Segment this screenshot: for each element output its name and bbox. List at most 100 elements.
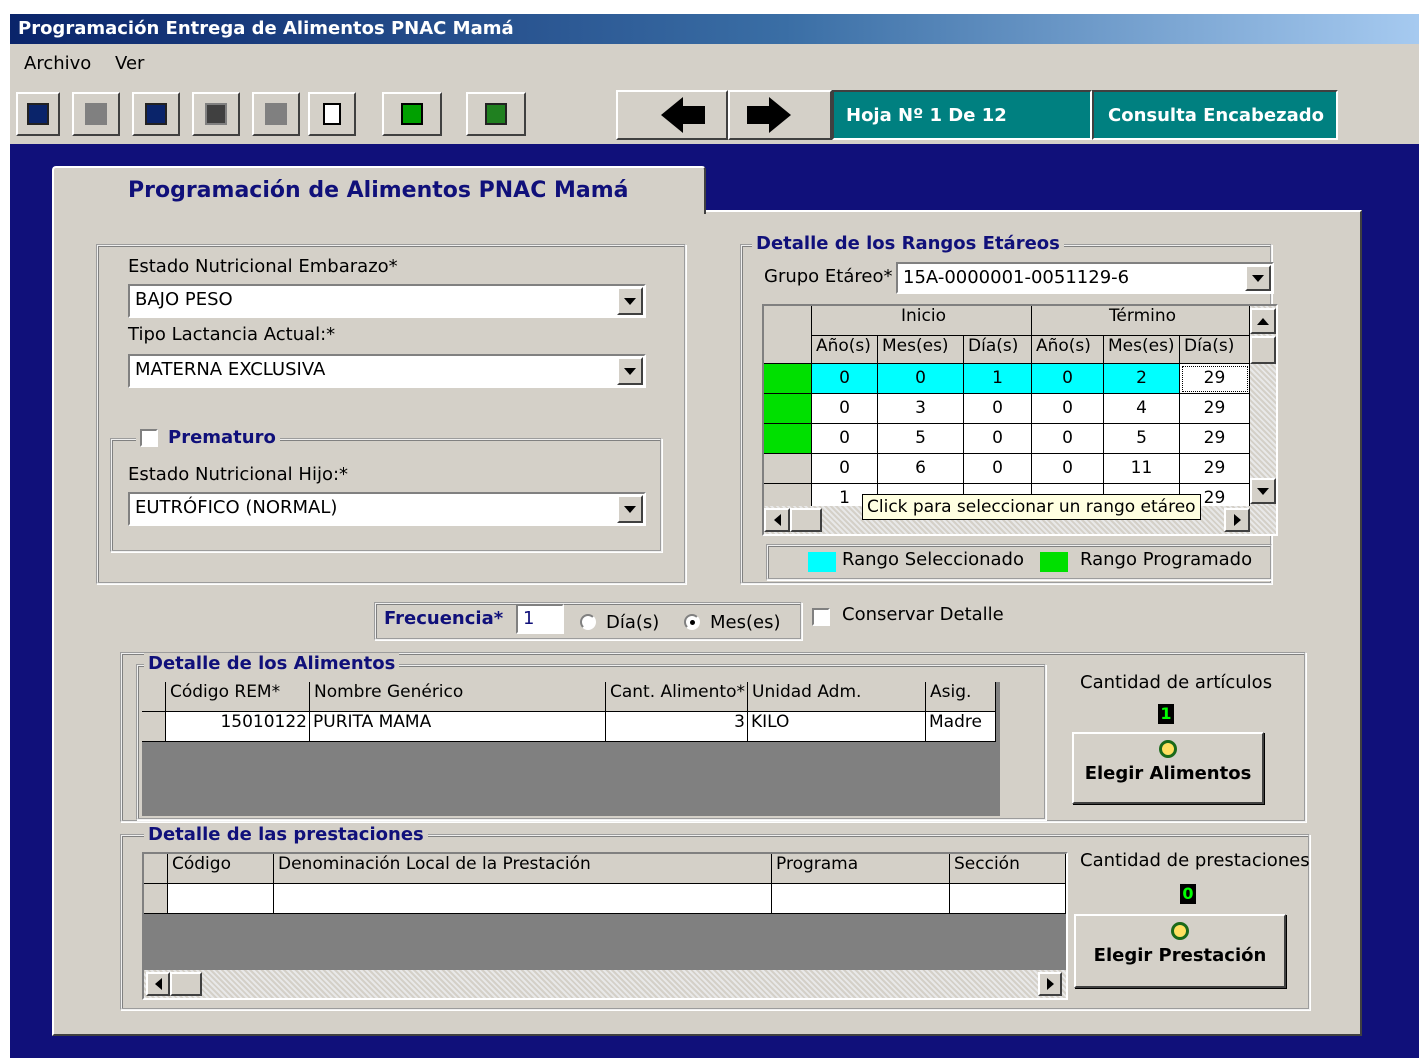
hscroll-thumb[interactable] (790, 508, 822, 532)
estado-embarazo-select[interactable]: BAJO PESO (128, 284, 646, 318)
col-header: Sección (950, 854, 1066, 884)
scroll-right-button[interactable] (1224, 508, 1250, 532)
rango-cell[interactable]: 0 (1032, 454, 1104, 484)
rango-cell[interactable]: 0 (812, 364, 878, 394)
rango-cell[interactable]: 29 (1180, 394, 1250, 424)
estado-embarazo-value: BAJO PESO (135, 289, 233, 310)
rango-cell[interactable]: 0 (964, 424, 1032, 454)
rango-tooltip: Click para seleccionar un rango etáreo (862, 494, 1201, 520)
lactancia-select[interactable]: MATERNA EXCLUSIVA (128, 354, 646, 388)
rango-cell[interactable]: 0 (964, 454, 1032, 484)
rango-cell[interactable]: 1 (964, 364, 1032, 394)
rango-cell[interactable]: 2 (1104, 364, 1180, 394)
radio-meses-label: Mes(es) (710, 612, 781, 633)
rango-cell[interactable]: 0 (1032, 424, 1104, 454)
consulta-encabezado[interactable]: Consulta Encabezado (1092, 90, 1338, 140)
cell-codigo[interactable] (168, 884, 274, 914)
dropdown-button[interactable] (1245, 265, 1271, 291)
rango-cell[interactable]: 5 (1104, 424, 1180, 454)
grid-corner (764, 306, 812, 364)
row-selector[interactable] (764, 424, 812, 454)
print-button[interactable] (192, 92, 240, 136)
scroll-thumb[interactable] (1250, 336, 1276, 364)
cell-unidad[interactable]: KILO (748, 712, 926, 742)
col-header: Cant. Alimento* (606, 682, 748, 712)
scroll-left-button[interactable] (764, 508, 790, 532)
menu-archivo[interactable]: Archivo (24, 53, 91, 74)
edit-button[interactable] (72, 92, 120, 136)
dropdown-button[interactable] (617, 495, 643, 523)
rango-cell[interactable]: 0 (812, 454, 878, 484)
rango-cell[interactable]: 29 (1180, 424, 1250, 454)
cell-seccion[interactable] (950, 884, 1066, 914)
exit-button[interactable] (466, 92, 526, 136)
arrow-left-icon (661, 97, 705, 133)
menu-ver[interactable]: Ver (115, 53, 144, 74)
col-header: Mes(es) (878, 336, 964, 364)
previous-page-button[interactable] (616, 90, 728, 140)
tab-title[interactable]: Programación de Alimentos PNAC Mamá (52, 166, 706, 214)
delete-button[interactable] (252, 92, 300, 136)
rango-seleccionado-label: Rango Seleccionado (842, 549, 1024, 570)
grupo-etareo-select[interactable]: 15A-0000001-0051129-6 (896, 262, 1274, 294)
cell-programa[interactable] (772, 884, 950, 914)
elegir-prestacion-button[interactable]: Elegir Prestación (1074, 914, 1286, 988)
estado-hijo-label: Estado Nutricional Hijo:* (128, 464, 349, 485)
radio-dias[interactable] (580, 614, 596, 630)
rango-cell[interactable]: 0 (964, 394, 1032, 424)
cantidad-articulos-value: 1 (1158, 704, 1174, 724)
rango-cell[interactable]: 29 (1180, 364, 1250, 394)
cell-cantidad[interactable]: 3 (606, 712, 748, 742)
rango-cell[interactable]: 6 (878, 454, 964, 484)
chevron-down-icon (624, 505, 636, 513)
frecuencia-input[interactable]: 1 (516, 604, 564, 634)
rango-cell[interactable]: 29 (1180, 454, 1250, 484)
cell-nombre[interactable]: PURITA MAMA (310, 712, 606, 742)
rango-cell[interactable]: 0 (878, 364, 964, 394)
scroll-right-button[interactable] (1038, 972, 1062, 996)
arrow-left-icon (154, 978, 162, 990)
dropdown-button[interactable] (617, 287, 643, 315)
row-selector[interactable] (764, 454, 812, 484)
rango-cell[interactable]: 11 (1104, 454, 1180, 484)
scroll-up-button[interactable] (1250, 308, 1276, 334)
hscroll-thumb[interactable] (170, 972, 202, 996)
estado-hijo-select[interactable]: EUTRÓFICO (NORMAL) (128, 492, 646, 526)
rango-cell[interactable]: 0 (1032, 394, 1104, 424)
rango-cell[interactable]: 4 (1104, 394, 1180, 424)
row-selector[interactable] (142, 712, 166, 742)
cantidad-prestaciones-value: 0 (1180, 884, 1196, 904)
conservar-detalle-label: Conservar Detalle (842, 604, 1004, 625)
col-header: Unidad Adm. (748, 682, 926, 712)
rango-cell[interactable]: 5 (878, 424, 964, 454)
next-page-button[interactable] (728, 90, 832, 140)
dropdown-button[interactable] (617, 357, 643, 385)
cell-asig[interactable]: Madre (926, 712, 996, 742)
rango-cell[interactable]: 0 (1032, 364, 1104, 394)
new-button[interactable] (308, 92, 356, 136)
prematuro-checkbox[interactable] (140, 429, 158, 447)
prestaciones-grid[interactable]: Código Denominación Local de la Prestaci… (142, 852, 1068, 1000)
row-selector[interactable] (764, 394, 812, 424)
refresh-button[interactable] (382, 92, 442, 136)
prematuro-legend: Prematuro (136, 427, 280, 448)
horizontal-scrollbar-track[interactable] (144, 970, 1066, 998)
elegir-alimentos-button[interactable]: Elegir Alimentos (1072, 732, 1264, 804)
arrow-left-icon (773, 514, 781, 526)
scroll-left-button[interactable] (146, 972, 170, 996)
conservar-detalle-checkbox[interactable] (812, 608, 830, 626)
chevron-down-icon (1252, 274, 1264, 282)
exit-door-icon (485, 103, 507, 125)
cell-denominacion[interactable] (274, 884, 772, 914)
cell-codigo[interactable]: 15010122 (166, 712, 310, 742)
save-button[interactable] (16, 92, 60, 136)
rango-cell[interactable]: 3 (878, 394, 964, 424)
rango-cell[interactable]: 0 (812, 424, 878, 454)
alimentos-grid[interactable]: Código REM* Nombre Genérico Cant. Alimen… (142, 682, 1000, 816)
scroll-down-button[interactable] (1250, 478, 1276, 504)
radio-meses[interactable] (684, 614, 700, 630)
row-selector[interactable] (144, 884, 168, 914)
rango-cell[interactable]: 0 (812, 394, 878, 424)
save-as-button[interactable] (132, 92, 180, 136)
row-selector[interactable] (764, 364, 812, 394)
